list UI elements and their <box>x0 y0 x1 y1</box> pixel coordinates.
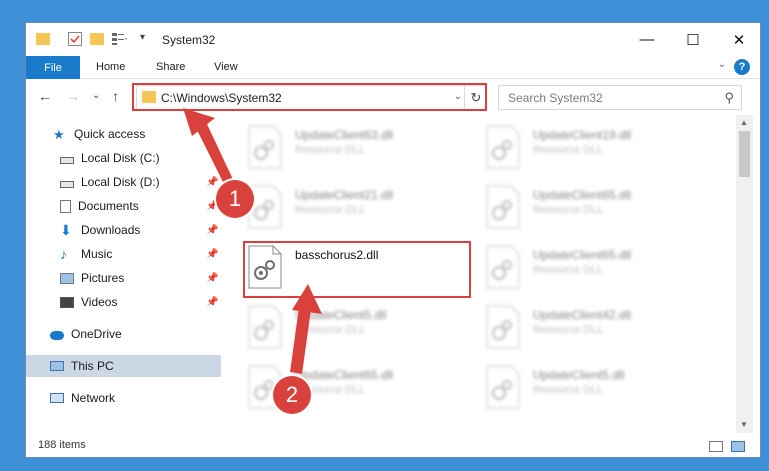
step-2-badge: 2 <box>273 376 311 414</box>
step-1-badge: 1 <box>216 180 254 218</box>
arrow-2-head <box>292 284 322 314</box>
annotation-arrows <box>183 108 322 374</box>
